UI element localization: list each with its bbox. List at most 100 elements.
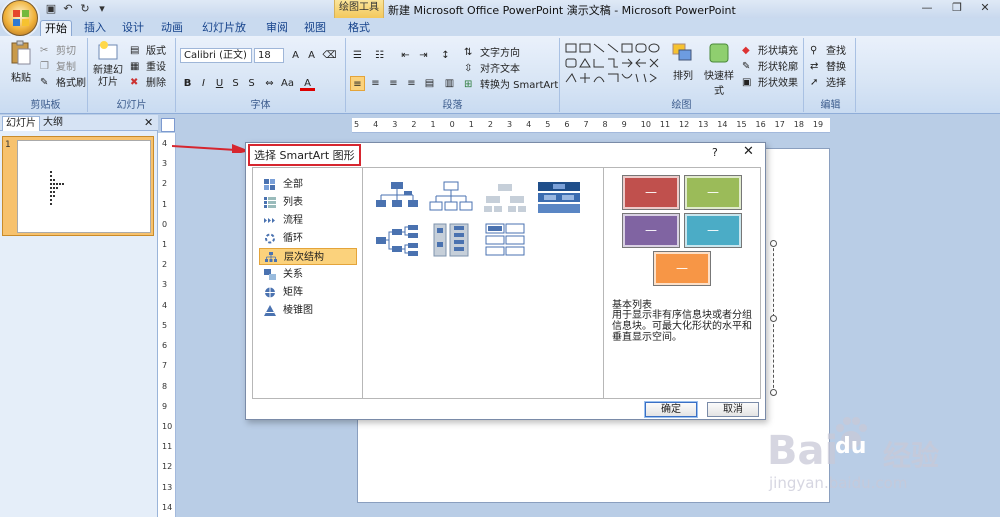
cut-button[interactable]: ✂ 剪切 bbox=[40, 42, 76, 57]
category-process[interactable]: 流程 bbox=[259, 212, 357, 229]
paste-button[interactable]: 粘贴 bbox=[8, 40, 34, 84]
reset-button[interactable]: ▦ 重设 bbox=[130, 58, 166, 73]
select-button[interactable]: ➚ 选择 bbox=[810, 74, 846, 89]
layout-labeled-hierarchy[interactable] bbox=[536, 180, 582, 216]
strikethrough-icon[interactable]: S bbox=[228, 76, 243, 91]
cancel-button[interactable]: 取消 bbox=[707, 402, 759, 417]
watermark-brand-cn: 经验 bbox=[883, 439, 940, 472]
category-hierarchy[interactable]: 层次结构 bbox=[259, 248, 357, 265]
panel-close-icon[interactable]: ✕ bbox=[144, 116, 153, 129]
delete-slide-button[interactable]: ✖ 删除 bbox=[130, 74, 166, 89]
underline-icon[interactable]: U bbox=[212, 76, 227, 91]
char-spacing-icon[interactable]: ⇔ bbox=[262, 76, 277, 91]
shadow-icon[interactable]: S bbox=[244, 76, 259, 91]
ruler-corner-icon[interactable] bbox=[161, 118, 175, 132]
minimize-button[interactable]: — bbox=[912, 1, 942, 14]
align-left-icon[interactable]: ≡ bbox=[350, 76, 365, 91]
justify-icon[interactable]: ≡ bbox=[404, 76, 419, 91]
tab-format[interactable]: 格式 bbox=[344, 20, 374, 36]
slide-thumbnail-content bbox=[17, 140, 151, 233]
office-button[interactable] bbox=[2, 0, 38, 36]
smartart-dialog: 选择 SmartArt 图形 ? ✕ 全部 列表 流程 循环 层次结构 关系 矩… bbox=[245, 142, 766, 420]
save-icon[interactable]: ▣ bbox=[44, 2, 58, 16]
align-right-icon[interactable]: ≡ bbox=[386, 76, 401, 91]
tab-slideshow[interactable]: 幻灯片放映 bbox=[198, 20, 250, 49]
category-pyramid[interactable]: 棱锥图 bbox=[259, 302, 357, 319]
replace-button[interactable]: ⇄ 替换 bbox=[810, 58, 846, 73]
increase-indent-icon[interactable]: ⇥ bbox=[416, 48, 431, 63]
category-all[interactable]: 全部 bbox=[259, 176, 357, 193]
ruler-tick-label: 11 bbox=[162, 442, 173, 452]
watermark-url: jingyan.baidu.com bbox=[769, 474, 908, 492]
group-slides: 新建幻灯片 ▤ 版式 ▦ 重设 ✖ 删除 幻灯片 bbox=[88, 38, 176, 112]
tab-review[interactable]: 审阅 bbox=[262, 20, 292, 36]
tab-slides[interactable]: 幻灯片 bbox=[2, 116, 40, 131]
tab-view[interactable]: 视图 bbox=[300, 20, 330, 36]
layout-hierarchy[interactable] bbox=[482, 180, 528, 216]
layout-org-chart[interactable] bbox=[374, 180, 420, 216]
tab-outline[interactable]: 大纲 bbox=[40, 116, 66, 131]
new-slide-button[interactable]: 新建幻灯片 bbox=[90, 40, 126, 89]
undo-icon[interactable]: ↶ bbox=[61, 2, 75, 16]
watermark-brand: Bai bbox=[767, 428, 839, 474]
layout-bracket-list[interactable] bbox=[482, 222, 528, 258]
help-button[interactable]: ? bbox=[712, 146, 718, 159]
tab-insert[interactable]: 插入 bbox=[80, 20, 110, 36]
ruler-tick-label: 3 bbox=[392, 120, 398, 129]
distributed-icon[interactable]: ▤ bbox=[422, 76, 437, 91]
grow-font-icon[interactable]: A bbox=[288, 48, 303, 63]
replace-label: 替换 bbox=[826, 62, 846, 73]
font-name-combo[interactable]: Calibri (正文) bbox=[180, 48, 252, 63]
resize-handle-top[interactable] bbox=[770, 240, 777, 247]
align-center-icon[interactable]: ≡ bbox=[368, 76, 383, 91]
bold-icon[interactable]: B bbox=[180, 76, 195, 91]
find-button[interactable]: ⚲ 查找 bbox=[810, 42, 846, 57]
resize-handle-bottom[interactable] bbox=[770, 389, 777, 396]
line-spacing-icon[interactable]: ↕ bbox=[438, 48, 453, 63]
align-text-button[interactable]: ⇳ 对齐文本 bbox=[464, 60, 520, 75]
clear-format-icon[interactable]: ⌫ bbox=[322, 48, 337, 63]
bullets-icon[interactable]: ☰ bbox=[350, 48, 365, 63]
tab-home[interactable]: 开始 bbox=[40, 20, 72, 36]
category-relationship[interactable]: 关系 bbox=[259, 266, 357, 283]
group-clipboard: 粘贴 ✂ 剪切 ❐ 复制 ✎ 格式刷 剪贴板 bbox=[4, 38, 88, 112]
quick-styles-button[interactable]: 快速样式 bbox=[700, 42, 738, 97]
tab-animations[interactable]: 动画 bbox=[157, 20, 187, 36]
dialog-close-button[interactable]: ✕ bbox=[743, 144, 754, 159]
customize-qat-icon[interactable]: ▾ bbox=[95, 2, 109, 16]
category-list-item[interactable]: 列表 bbox=[259, 194, 357, 211]
layout-table-hierarchy[interactable] bbox=[428, 222, 474, 258]
layout-button[interactable]: ▤ 版式 bbox=[130, 42, 166, 57]
layout-name-title-org[interactable] bbox=[428, 180, 474, 216]
arrange-button[interactable]: 排列 bbox=[668, 42, 698, 82]
layout-horizontal-hierarchy[interactable] bbox=[374, 222, 420, 258]
copy-button[interactable]: ❐ 复制 bbox=[40, 58, 76, 73]
shape-outline-button[interactable]: ✎ 形状轮廓 bbox=[742, 58, 798, 73]
slide-thumbnail[interactable]: 1 bbox=[2, 136, 154, 236]
font-color-icon[interactable]: A bbox=[300, 76, 315, 91]
italic-icon[interactable]: I bbox=[196, 76, 211, 91]
format-painter-button[interactable]: ✎ 格式刷 bbox=[40, 74, 86, 89]
shape-effects-button[interactable]: ▣ 形状效果 bbox=[742, 74, 798, 89]
text-direction-button[interactable]: ⇅ 文字方向 bbox=[464, 44, 520, 59]
resize-handle-middle[interactable] bbox=[770, 315, 777, 322]
tab-design[interactable]: 设计 bbox=[118, 20, 148, 36]
columns-icon[interactable]: ▥ bbox=[442, 76, 457, 91]
numbering-icon[interactable]: ☷ bbox=[372, 48, 387, 63]
shape-fill-button[interactable]: ◆ 形状填充 bbox=[742, 42, 798, 57]
copy-label: 复制 bbox=[56, 62, 76, 73]
shapes-gallery-icon[interactable] bbox=[564, 42, 662, 86]
convert-smartart-button[interactable]: ⊞ 转换为 SmartArt bbox=[464, 76, 558, 91]
ok-button[interactable]: 确定 bbox=[644, 401, 698, 418]
change-case-icon[interactable]: Aa bbox=[280, 76, 295, 91]
shrink-font-icon[interactable]: A bbox=[304, 48, 319, 63]
category-cycle[interactable]: 循环 bbox=[259, 230, 357, 247]
font-size-combo[interactable]: 18 bbox=[254, 48, 284, 63]
restore-button[interactable]: ❐ bbox=[942, 1, 972, 14]
decrease-indent-icon[interactable]: ⇤ bbox=[398, 48, 413, 63]
redo-icon[interactable]: ↻ bbox=[78, 2, 92, 16]
ruler-tick-label: 3 bbox=[506, 120, 513, 129]
window-close-button[interactable]: ✕ bbox=[970, 1, 1000, 14]
preview-title: 基本列表 bbox=[612, 300, 652, 311]
category-matrix[interactable]: 矩阵 bbox=[259, 284, 357, 301]
